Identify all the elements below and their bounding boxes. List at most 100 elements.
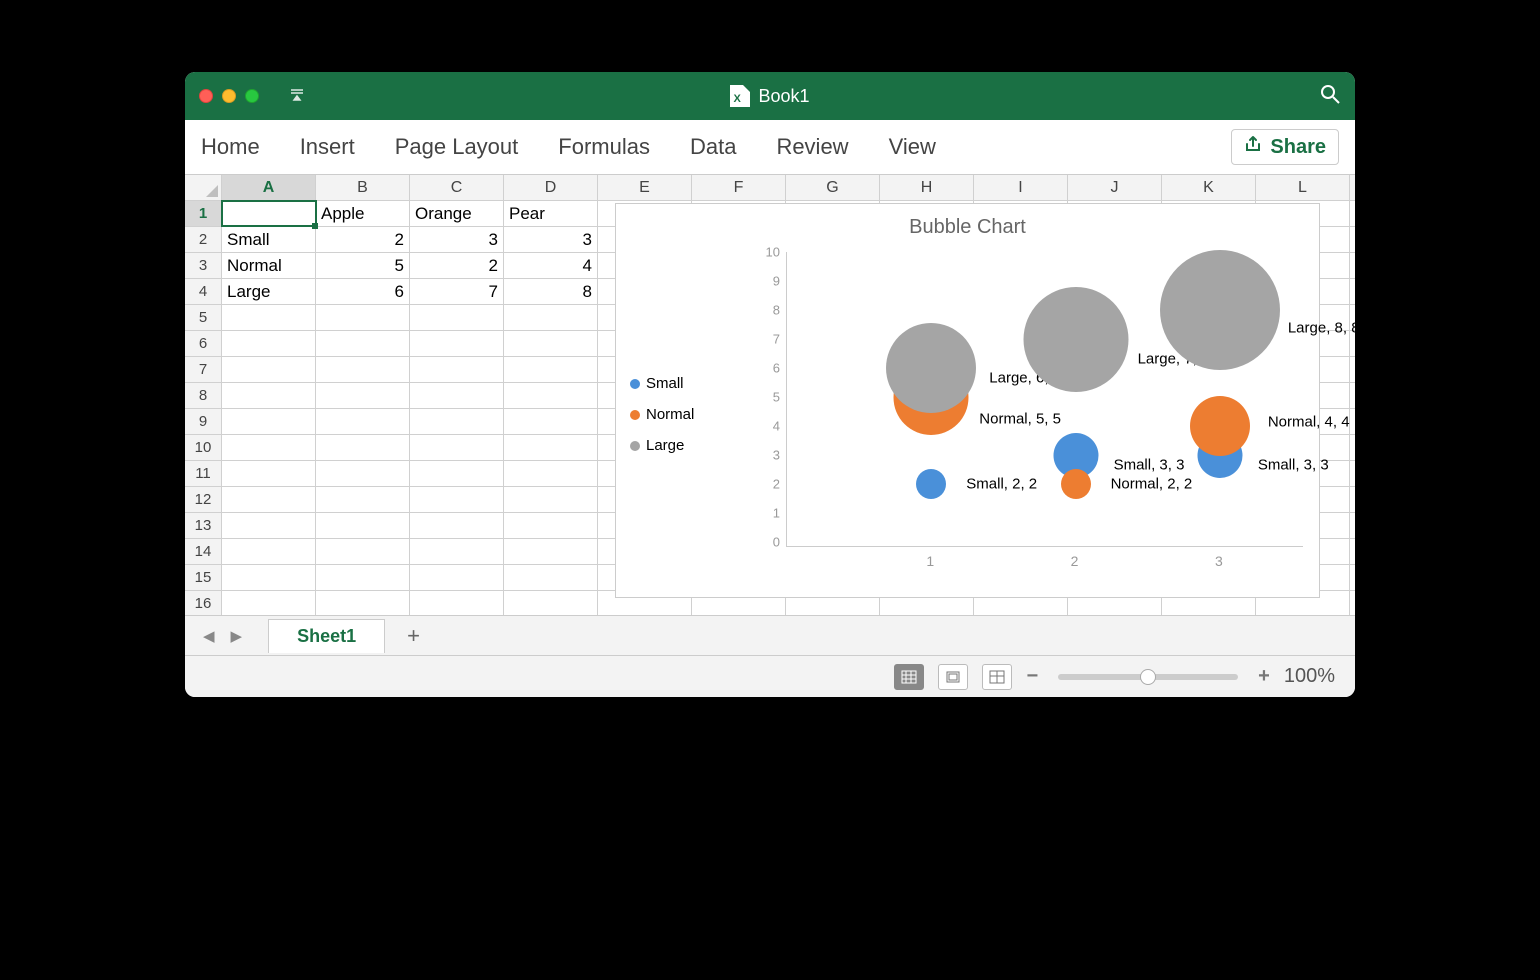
cell-D16[interactable] xyxy=(504,591,598,615)
cell-B15[interactable] xyxy=(316,565,410,590)
zoom-slider-thumb[interactable] xyxy=(1140,669,1156,685)
cell-A13[interactable] xyxy=(222,513,316,538)
cell-A8[interactable] xyxy=(222,383,316,408)
share-button[interactable]: Share xyxy=(1231,129,1339,165)
cell-B10[interactable] xyxy=(316,435,410,460)
tab-formulas[interactable]: Formulas xyxy=(558,134,650,160)
row-header-4[interactable]: 4 xyxy=(185,279,222,304)
cell-B14[interactable] xyxy=(316,539,410,564)
cell-C12[interactable] xyxy=(410,487,504,512)
column-header-K[interactable]: K xyxy=(1162,175,1256,200)
tab-data[interactable]: Data xyxy=(690,134,736,160)
cell-C6[interactable] xyxy=(410,331,504,356)
row-header-3[interactable]: 3 xyxy=(185,253,222,278)
row-header-1[interactable]: 1 xyxy=(185,201,222,226)
row-header-16[interactable]: 16 xyxy=(185,591,222,615)
cell-C7[interactable] xyxy=(410,357,504,382)
row-header-9[interactable]: 9 xyxy=(185,409,222,434)
add-sheet-button[interactable]: + xyxy=(389,623,438,649)
zoom-slider[interactable] xyxy=(1058,674,1238,680)
cell-C8[interactable] xyxy=(410,383,504,408)
column-header-L[interactable]: L xyxy=(1256,175,1350,200)
tab-home[interactable]: Home xyxy=(201,134,260,160)
column-header-I[interactable]: I xyxy=(974,175,1068,200)
cell-B16[interactable] xyxy=(316,591,410,615)
cell-A7[interactable] xyxy=(222,357,316,382)
cell-B4[interactable]: 6 xyxy=(316,279,410,304)
page-layout-view-icon[interactable] xyxy=(938,664,968,690)
row-header-13[interactable]: 13 xyxy=(185,513,222,538)
column-header-G[interactable]: G xyxy=(786,175,880,200)
cell-D13[interactable] xyxy=(504,513,598,538)
cell-C2[interactable]: 3 xyxy=(410,227,504,252)
cell-D6[interactable] xyxy=(504,331,598,356)
select-all-corner[interactable] xyxy=(185,175,222,201)
cell-D10[interactable] xyxy=(504,435,598,460)
column-header-D[interactable]: D xyxy=(504,175,598,200)
next-sheet-icon[interactable]: ▶ xyxy=(225,623,249,649)
cell-D5[interactable] xyxy=(504,305,598,330)
bubble-chart[interactable]: Bubble Chart SmallNormalLarge 0123456789… xyxy=(615,203,1320,598)
cell-B9[interactable] xyxy=(316,409,410,434)
cell-D12[interactable] xyxy=(504,487,598,512)
row-header-5[interactable]: 5 xyxy=(185,305,222,330)
cell-A4[interactable]: Large xyxy=(222,279,316,304)
tab-view[interactable]: View xyxy=(889,134,936,160)
cell-C14[interactable] xyxy=(410,539,504,564)
zoom-in-button[interactable]: + xyxy=(1258,665,1270,688)
row-header-12[interactable]: 12 xyxy=(185,487,222,512)
cell-C13[interactable] xyxy=(410,513,504,538)
sheet-tab-sheet1[interactable]: Sheet1 xyxy=(268,619,385,653)
cell-B6[interactable] xyxy=(316,331,410,356)
cell-C9[interactable] xyxy=(410,409,504,434)
row-header-2[interactable]: 2 xyxy=(185,227,222,252)
tab-review[interactable]: Review xyxy=(776,134,848,160)
row-header-14[interactable]: 14 xyxy=(185,539,222,564)
cell-D7[interactable] xyxy=(504,357,598,382)
tab-page-layout[interactable]: Page Layout xyxy=(395,134,519,160)
cell-A5[interactable] xyxy=(222,305,316,330)
column-header-J[interactable]: J xyxy=(1068,175,1162,200)
cell-A14[interactable] xyxy=(222,539,316,564)
row-header-8[interactable]: 8 xyxy=(185,383,222,408)
cell-A1[interactable] xyxy=(222,201,316,226)
cell-C3[interactable]: 2 xyxy=(410,253,504,278)
column-header-H[interactable]: H xyxy=(880,175,974,200)
cell-A16[interactable] xyxy=(222,591,316,615)
cell-B13[interactable] xyxy=(316,513,410,538)
customize-toolbar-icon[interactable] xyxy=(289,88,305,105)
cell-B12[interactable] xyxy=(316,487,410,512)
cell-D2[interactable]: 3 xyxy=(504,227,598,252)
column-header-E[interactable]: E xyxy=(598,175,692,200)
cell-D4[interactable]: 8 xyxy=(504,279,598,304)
cell-D9[interactable] xyxy=(504,409,598,434)
prev-sheet-icon[interactable]: ◀ xyxy=(197,623,221,649)
row-header-15[interactable]: 15 xyxy=(185,565,222,590)
cell-D3[interactable]: 4 xyxy=(504,253,598,278)
close-window-icon[interactable] xyxy=(199,89,213,103)
normal-view-icon[interactable] xyxy=(894,664,924,690)
cell-C15[interactable] xyxy=(410,565,504,590)
cell-B8[interactable] xyxy=(316,383,410,408)
cell-B7[interactable] xyxy=(316,357,410,382)
cell-C10[interactable] xyxy=(410,435,504,460)
cell-C1[interactable]: Orange xyxy=(410,201,504,226)
search-icon[interactable] xyxy=(1319,92,1341,109)
cell-A12[interactable] xyxy=(222,487,316,512)
column-header-C[interactable]: C xyxy=(410,175,504,200)
row-header-7[interactable]: 7 xyxy=(185,357,222,382)
column-header-F[interactable]: F xyxy=(692,175,786,200)
cell-D14[interactable] xyxy=(504,539,598,564)
cell-B2[interactable]: 2 xyxy=(316,227,410,252)
row-header-6[interactable]: 6 xyxy=(185,331,222,356)
zoom-window-icon[interactable] xyxy=(245,89,259,103)
cell-A15[interactable] xyxy=(222,565,316,590)
cell-D8[interactable] xyxy=(504,383,598,408)
cell-A10[interactable] xyxy=(222,435,316,460)
cell-B11[interactable] xyxy=(316,461,410,486)
cell-A11[interactable] xyxy=(222,461,316,486)
page-break-view-icon[interactable] xyxy=(982,664,1012,690)
cell-A9[interactable] xyxy=(222,409,316,434)
cell-B1[interactable]: Apple xyxy=(316,201,410,226)
cell-A3[interactable]: Normal xyxy=(222,253,316,278)
